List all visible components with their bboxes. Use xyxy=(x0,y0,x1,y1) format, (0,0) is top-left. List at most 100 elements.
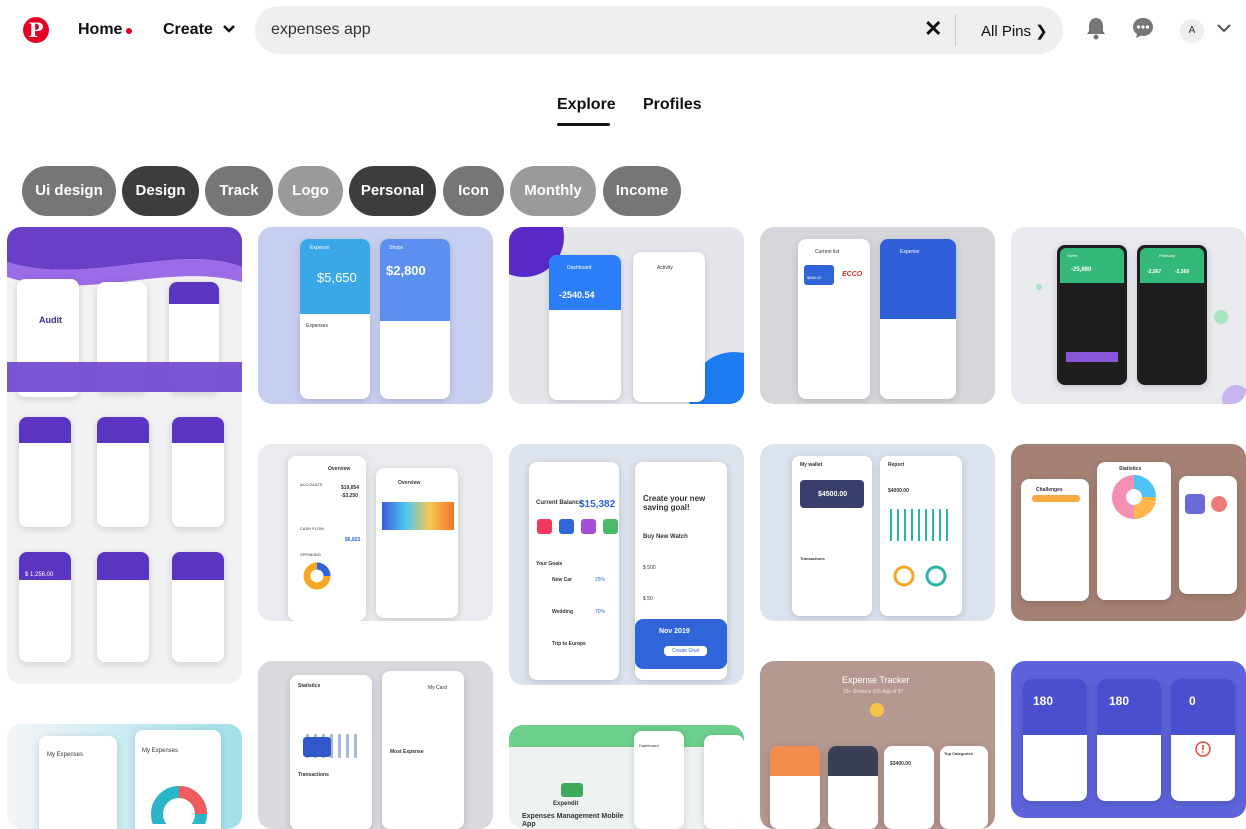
category-icon xyxy=(1211,496,1227,512)
section-label: Expenses xyxy=(306,323,328,329)
goal-2: Wedding xyxy=(552,609,574,615)
pin-challenges-statistics[interactable]: Challenges Statistics xyxy=(1011,444,1246,621)
phone-screen xyxy=(529,462,619,680)
goal-amount-a: $ 500 xyxy=(643,565,656,571)
wallet-icon xyxy=(561,783,583,797)
clear-search-icon[interactable]: ✕ xyxy=(924,16,942,42)
app-icon xyxy=(870,703,884,717)
expendit-caption: Expenses Management Mobile App xyxy=(522,813,624,828)
phone-screen xyxy=(633,252,705,402)
cashflow-label: CASH FLOW xyxy=(300,526,324,531)
card-graphic xyxy=(303,737,331,757)
pin-title: Current list xyxy=(815,249,840,255)
pin-title: My wallet xyxy=(800,462,823,468)
phone-screen xyxy=(798,239,870,399)
wallet-amount: $4500.00 xyxy=(818,491,848,498)
pin-title: My Expenses xyxy=(142,748,179,754)
goal-amount-b: $ 50 xyxy=(643,596,653,602)
chip-design[interactable]: Design xyxy=(122,166,199,216)
notification-dot xyxy=(126,28,132,34)
pin-title: Expense xyxy=(310,245,330,251)
accounts-amount-neg: -$3,250 xyxy=(341,493,358,499)
other-icon xyxy=(603,519,618,534)
report-amount: $4000.00 xyxy=(888,488,909,494)
search-bar[interactable]: expenses app ✕ All Pins ❯ xyxy=(255,6,1063,54)
goal-date: Nov 2019 xyxy=(659,628,690,635)
pin-statistics-mycard[interactable]: Statistics Transactions My Card Most Exp… xyxy=(258,661,493,829)
search-divider xyxy=(955,14,956,46)
chip-ui-design[interactable]: Ui design xyxy=(22,166,116,216)
spending-donut-graphic xyxy=(303,562,331,590)
pin-home-february[interactable]: Home -25,690 February -2,567 -2,569 xyxy=(1011,227,1246,404)
tab-explore[interactable]: Explore xyxy=(557,96,616,114)
pin-audit-app[interactable]: Audit $ 1,256.00 xyxy=(7,227,242,684)
decorative-dots xyxy=(1036,284,1246,404)
budget-amount-2: 180 xyxy=(1109,694,1130,708)
wishlist-icon xyxy=(581,519,596,534)
pin-title: Expense xyxy=(900,249,920,255)
pin-title: Dashboard xyxy=(567,265,592,271)
pin-dashboard-activity[interactable]: Dashboard -2540.54 Activity xyxy=(509,227,744,404)
ecco-brand: ECCO xyxy=(842,271,863,278)
pin-my-expenses[interactable]: My Expenses My Expenses xyxy=(7,724,242,829)
explore-tabs: Explore Profiles xyxy=(0,96,1246,136)
budget-amount-1: 180 xyxy=(1033,694,1054,708)
bar-chart-graphic xyxy=(890,509,952,541)
balance-label: Current Balance xyxy=(536,500,583,506)
messages-icon[interactable] xyxy=(1128,16,1158,46)
chip-income[interactable]: Income xyxy=(603,166,681,216)
pin-expense-shops[interactable]: Expense $5,650 Expenses Shops $2,800 xyxy=(258,227,493,404)
chip-monthly[interactable]: Monthly xyxy=(510,166,596,216)
nav-home[interactable]: Home xyxy=(78,21,122,39)
decorative-blobs xyxy=(509,227,744,404)
create-label: Create xyxy=(163,21,213,38)
pin-expense-tracker[interactable]: Expense Tracker 15+ Screens iOS App of 8… xyxy=(760,661,995,829)
search-input[interactable]: expenses app xyxy=(271,21,371,39)
tab-pill-graphic xyxy=(1032,495,1080,502)
pin-title: Challenges xyxy=(1036,487,1063,493)
pin-title: Overview xyxy=(398,480,421,486)
notifications-bell-icon[interactable] xyxy=(1081,16,1111,46)
phone-screen xyxy=(704,735,744,829)
goal-2-pct: 70% xyxy=(595,609,606,615)
pin-saving-goal[interactable]: Current Balance $15,382 Your Goals New C… xyxy=(509,444,744,685)
tab-profiles[interactable]: Profiles xyxy=(643,96,702,114)
pin-wallet-report[interactable]: My wallet $4500.00 Transactions Report $… xyxy=(760,444,995,621)
pin-filter-dropdown[interactable]: All Pins ❯ xyxy=(981,22,1048,40)
create-goal-button: Create Goal xyxy=(664,646,707,656)
pin-current-list[interactable]: Current list $650.00 ECCO Expense xyxy=(760,227,995,404)
pin-overview-dashboard[interactable]: Overview ACCOUNTS $19,854 -$3,250 CASH F… xyxy=(258,444,493,621)
tab-active-underline xyxy=(557,123,610,126)
nav-create[interactable]: Create xyxy=(163,21,236,39)
phone-screen xyxy=(770,746,820,829)
cashflow-amount: $6,823 xyxy=(345,537,361,543)
phone-screen xyxy=(549,255,621,400)
pin-expendit[interactable]: Expendit Expenses Management Mobile App … xyxy=(509,725,744,829)
pin-title: Dashboard xyxy=(639,743,659,748)
account-chevron-down-icon[interactable] xyxy=(1217,20,1231,36)
goal-footer-card xyxy=(635,619,727,669)
saving-goal-headline: Create your new saving goal! xyxy=(643,494,706,512)
chip-track[interactable]: Track xyxy=(205,166,273,216)
chip-logo[interactable]: Logo xyxy=(278,166,343,216)
pinterest-logo-icon[interactable]: P xyxy=(23,17,49,43)
expense-amount: $5,650 xyxy=(317,270,357,285)
phone-screen xyxy=(172,417,224,527)
purple-band xyxy=(7,362,242,392)
category-icon xyxy=(1185,494,1205,514)
top-nav-bar: P Home Create expenses app ✕ All Pins ❯ … xyxy=(0,0,1246,62)
chip-icon[interactable]: Icon xyxy=(443,166,504,216)
chip-personal[interactable]: Personal xyxy=(349,166,436,216)
pin-title: Report xyxy=(888,462,905,468)
pin-subtitle: 15+ Screens iOS App of 87 xyxy=(843,689,904,695)
phone-screen xyxy=(1171,679,1235,801)
user-avatar[interactable]: A xyxy=(1180,19,1204,43)
pin-budget-180[interactable]: 180 180 0 xyxy=(1011,661,1246,818)
audit-brand: Audit xyxy=(39,315,62,325)
phone-screen xyxy=(940,746,988,829)
pin-title: My Card xyxy=(428,685,447,691)
phone-screen xyxy=(172,552,224,662)
goal-item: Buy New Watch xyxy=(643,534,688,540)
pin-title: Statistics xyxy=(1119,466,1142,472)
warning-icon xyxy=(1195,741,1211,757)
